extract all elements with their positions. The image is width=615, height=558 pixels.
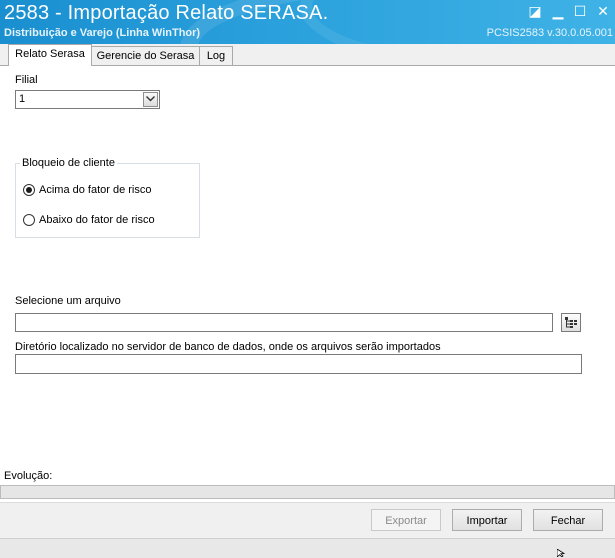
status-strip [0,538,615,558]
button-bar: Exportar Importar Fechar [0,502,615,539]
radio-acima[interactable] [23,184,35,196]
window-subtitle: Distribuição e Varejo (Linha WinThor) [4,27,201,39]
filial-value: 1 [19,93,26,105]
tab-relato-serasa[interactable]: Relato Serasa [8,44,92,67]
arquivo-label: Selecione um arquivo [15,295,121,307]
filial-select[interactable]: 1 [15,90,160,109]
chevron-down-icon[interactable] [143,92,158,107]
filial-label: Filial [15,74,38,86]
window-title: 2583 - Importação Relato SERASA. [4,2,329,24]
radio-acima-label[interactable]: Acima do fator de risco [39,184,152,196]
evolucao-label: Evolução: [4,470,53,482]
tab-panel: Filial 1 Bloqueio de cliente Acima do fa… [0,66,615,502]
diretorio-input[interactable] [15,354,582,374]
arquivo-input[interactable] [15,313,553,332]
diretorio-label: Diretório localizado no servidor de banc… [15,341,441,353]
close-button[interactable]: ✕ [593,2,613,20]
exportar-button[interactable]: Exportar [371,509,441,531]
title-bar: 2583 - Importação Relato SERASA. Distrib… [0,0,615,44]
radio-abaixo-label[interactable]: Abaixo do fator de risco [39,214,155,226]
bloqueio-legend: Bloqueio de cliente [20,157,117,169]
tab-log[interactable]: Log [199,46,233,65]
importar-button[interactable]: Importar [452,509,522,531]
bloqueio-group: Bloqueio de cliente Acima do fator de ri… [15,157,200,238]
version-label: PCSIS2583 v.30.0.05.001 [486,27,613,39]
progress-bar [0,485,615,499]
mouse-cursor-icon [557,549,566,557]
fechar-button[interactable]: Fechar [533,509,603,531]
folder-tree-icon [565,317,577,328]
radio-abaixo[interactable] [23,214,35,226]
browse-folder-button[interactable] [561,313,581,332]
radio-selected-dot [26,187,32,193]
maximize-button[interactable]: ☐ [570,2,590,20]
tab-strip: Relato Serasa Gerencie do Serasa Log [0,44,615,67]
restore-icon[interactable]: ◪ [525,2,545,20]
tab-gerencie-serasa[interactable]: Gerencie do Serasa [91,46,200,65]
minimize-button[interactable]: ▁ [548,2,568,20]
